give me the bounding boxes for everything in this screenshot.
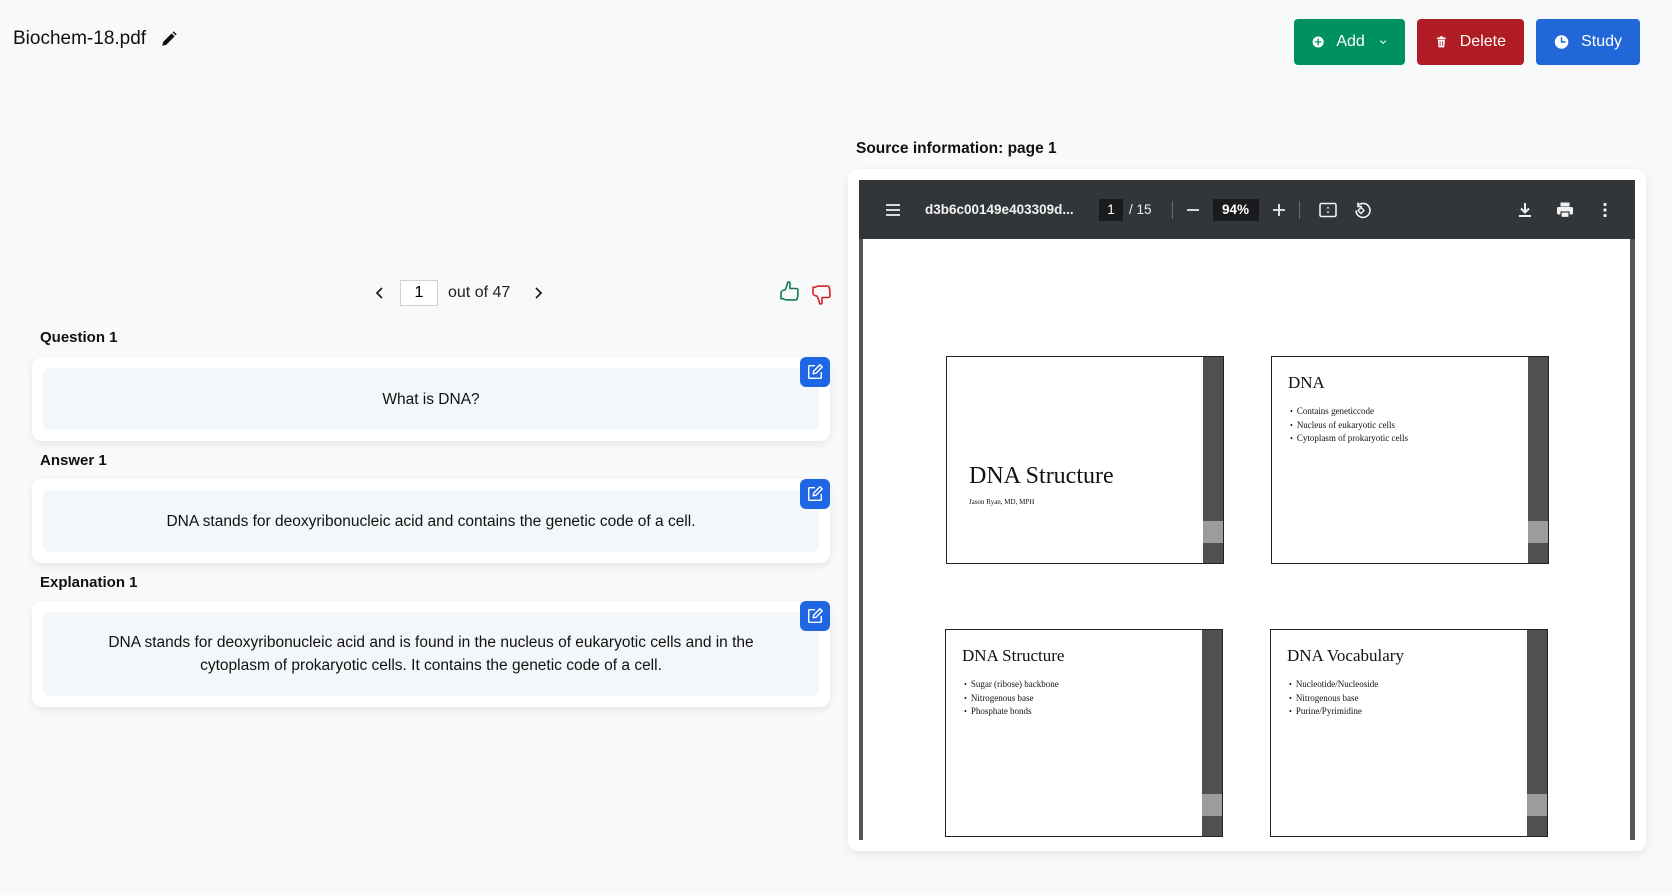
edit-icon [807,486,823,502]
slide-author: Jason Ryan, MD, MPH [969,498,1035,506]
edit-icon [807,608,823,624]
zoom-level[interactable]: 94% [1212,198,1259,221]
answer-card: DNA stands for deoxyribonucleic acid and… [32,479,830,563]
thumbs-up-icon[interactable] [778,280,802,306]
rename-pencil-icon[interactable] [160,30,178,48]
pdf-page: DNA Structure Jason Ryan, MD, MPH DNA Co… [863,239,1630,840]
toolbar-divider [1298,200,1300,219]
question-card: What is DNA? [32,357,830,441]
answer-text: DNA stands for deoxyribonucleic acid and… [43,490,819,552]
slide-title: DNA Structure [969,463,1114,489]
explanation-label: Explanation 1 [40,574,138,591]
slide-title: DNA Structure [962,646,1065,665]
pdf-page-control: / 15 [1099,198,1152,221]
slide-title: DNA Vocabulary [1287,646,1404,665]
slide-bullet: Nitrogenous base [1289,692,1378,706]
slide-side-bar [1528,357,1548,563]
slide-side-bar [1527,630,1547,836]
slide-bullet: Purine/Pyrimidine [1289,705,1378,719]
next-question-button[interactable] [528,283,548,303]
document-title-bar: Biochem-18.pdf [13,28,178,50]
slide-bullets: Contains geneticcode Nucleus of eukaryot… [1290,405,1408,446]
zoom-out-button[interactable] [1183,200,1203,220]
add-button-label: Add [1336,33,1365,50]
hamburger-menu-icon [886,203,900,216]
study-button-label: Study [1581,33,1622,50]
previous-question-button[interactable] [370,283,390,303]
print-button[interactable] [1555,200,1575,220]
slide-bullet: Cytoplasm of prokaryotic cells [1290,432,1408,446]
slide-bullets: Sugar (ribose) backbone Nitrogenous base… [964,678,1059,719]
trash-icon [1436,36,1446,48]
pdf-filename: d3b6c00149e403309d... [925,202,1074,217]
rotate-button[interactable] [1352,200,1372,220]
feedback-controls [778,280,834,306]
slide-bullet: Sugar (ribose) backbone [964,678,1059,692]
question-text: What is DNA? [43,368,819,430]
slide-bullet: Nucleotide/Nucleoside [1289,678,1378,692]
toolbar-divider [1171,200,1173,219]
slide-thumbnail: DNA Contains geneticcode Nucleus of euka… [1271,356,1549,564]
pdf-page-total: / 15 [1129,202,1152,217]
source-information-label: Source information: page 1 [856,140,1057,157]
add-button[interactable]: Add [1294,19,1405,65]
more-vertical-icon [1603,202,1607,217]
slide-thumbnail: DNA Vocabulary Nucleotide/Nucleoside Nit… [1270,629,1548,837]
explanation-card: DNA stands for deoxyribonucleic acid and… [32,601,830,707]
more-options-button[interactable] [1595,200,1615,220]
minus-icon [1186,208,1199,211]
pdf-viewer[interactable]: d3b6c00149e403309d... / 15 94% [859,180,1635,840]
clock-icon [1554,35,1569,49]
slide-bullet: Nitrogenous base [964,692,1059,706]
download-button[interactable] [1515,200,1535,220]
rotate-icon [1354,202,1371,218]
edit-icon [807,364,823,380]
fit-page-button[interactable] [1318,200,1338,220]
toolbar-right-actions [1515,200,1615,220]
zoom-in-button[interactable] [1269,200,1289,220]
document-name: Biochem-18.pdf [13,28,147,49]
slide-bullet: Phosphate bonds [964,705,1059,719]
print-icon [1557,202,1573,218]
slide-side-bar [1203,357,1223,563]
chevron-left-icon [375,287,383,299]
edit-explanation-button[interactable] [800,601,830,631]
pdf-viewer-card: d3b6c00149e403309d... / 15 94% [848,169,1646,851]
pdf-menu-button[interactable] [883,200,903,220]
slide-bullets: Nucleotide/Nucleoside Nitrogenous base P… [1289,678,1378,719]
plus-icon [1272,203,1285,216]
delete-button[interactable]: Delete [1417,19,1524,65]
chevron-right-icon [535,287,543,299]
question-number-input[interactable] [400,280,438,306]
edit-question-button[interactable] [800,357,830,387]
study-button[interactable]: Study [1536,19,1640,65]
top-actions: Add Delete Study [1294,19,1640,65]
answer-label: Answer 1 [40,452,107,469]
download-icon [1519,202,1531,217]
slide-bullet: Contains geneticcode [1290,405,1408,419]
slide-title: DNA [1288,373,1325,392]
fit-to-page-icon [1318,202,1337,217]
edit-answer-button[interactable] [800,479,830,509]
chevron-down-icon [1379,40,1386,45]
slide-bullet: Nucleus of eukaryotic cells [1290,419,1408,433]
explanation-text: DNA stands for deoxyribonucleic acid and… [43,612,819,696]
slide-thumbnail: DNA Structure Jason Ryan, MD, MPH [946,356,1224,564]
pdf-page-input[interactable] [1099,198,1123,221]
question-label: Question 1 [40,329,118,346]
plus-circle-icon [1312,36,1324,48]
question-pager: out of 47 [370,280,548,306]
thumbs-down-icon[interactable] [810,280,834,306]
slide-thumbnail: DNA Structure Sugar (ribose) backbone Ni… [945,629,1223,837]
slide-side-bar [1202,630,1222,836]
question-total: out of 47 [448,284,511,301]
delete-button-label: Delete [1459,33,1506,50]
pdf-toolbar: d3b6c00149e403309d... / 15 94% [859,180,1635,239]
